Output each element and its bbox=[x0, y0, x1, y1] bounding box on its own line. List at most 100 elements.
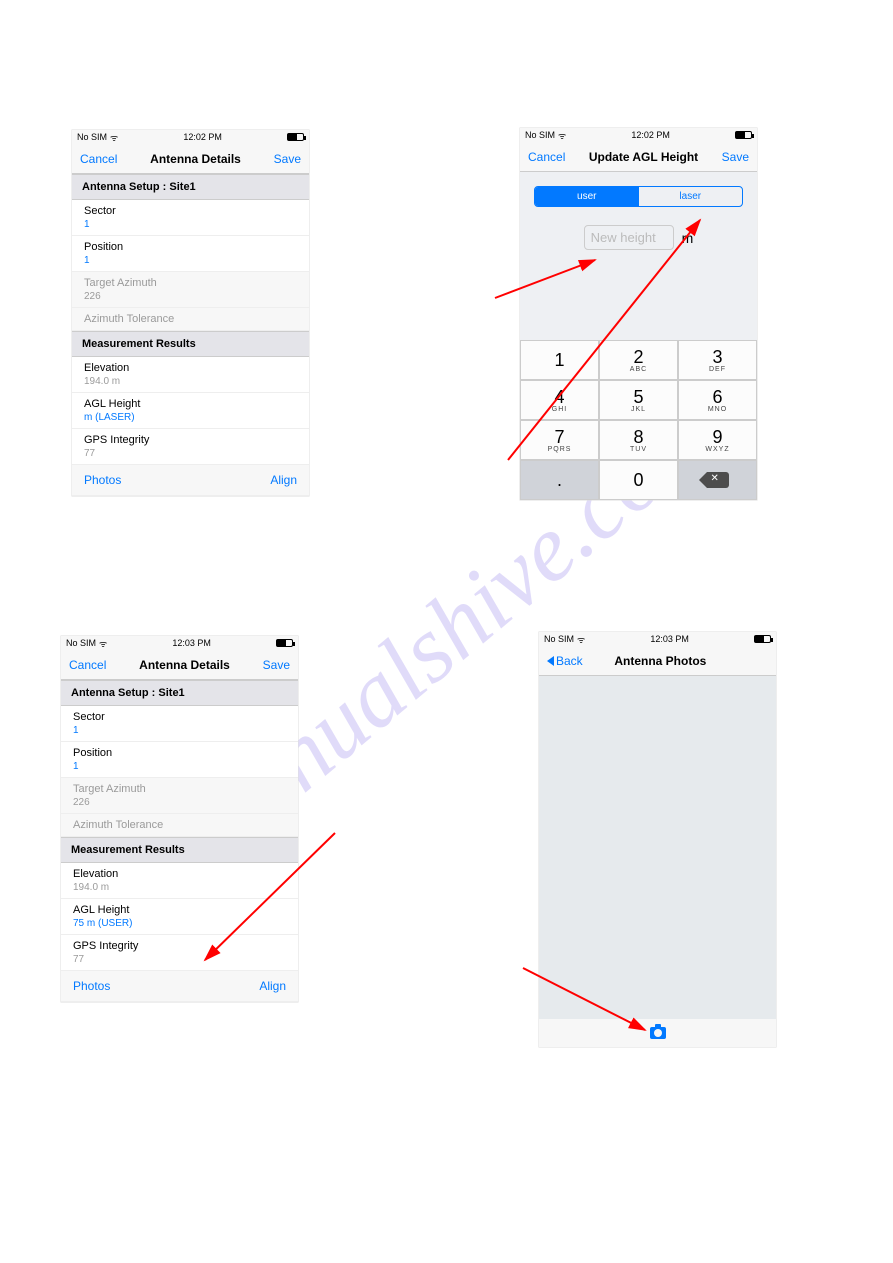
footer-row: Photos Align bbox=[72, 465, 309, 496]
key-dot[interactable]: . bbox=[520, 460, 599, 500]
key-num: 2 bbox=[633, 348, 643, 366]
key-num: 5 bbox=[633, 388, 643, 406]
segment-user[interactable]: user bbox=[535, 187, 639, 206]
key-letters: WXYZ bbox=[705, 446, 729, 453]
photos-button[interactable]: Photos bbox=[73, 979, 110, 993]
align-button[interactable]: Align bbox=[259, 979, 286, 993]
target-azimuth-row: Target Azimuth226 bbox=[72, 272, 309, 308]
gps-label: GPS Integrity bbox=[84, 434, 297, 446]
key-num: 3 bbox=[712, 348, 722, 366]
gps-label: GPS Integrity bbox=[73, 940, 286, 952]
position-value: 1 bbox=[84, 255, 297, 266]
key-5[interactable]: 5JKL bbox=[599, 380, 678, 420]
footer-row: Photos Align bbox=[61, 971, 298, 1002]
key-0[interactable]: 0 bbox=[599, 460, 678, 500]
key-letters: ABC bbox=[630, 366, 647, 373]
sector-value: 1 bbox=[84, 219, 297, 230]
cancel-button[interactable]: Cancel bbox=[69, 658, 106, 672]
key-num: 1 bbox=[554, 351, 564, 369]
chevron-left-icon bbox=[547, 656, 554, 666]
placeholder-text: New height bbox=[591, 230, 656, 245]
key-6[interactable]: 6MNO bbox=[678, 380, 757, 420]
key-8[interactable]: 8TUV bbox=[599, 420, 678, 460]
elevation-row: Elevation194.0 m bbox=[61, 863, 298, 899]
key-num: . bbox=[557, 471, 562, 489]
status-bar: No SIMᯤ 12:03 PM bbox=[61, 636, 298, 650]
wifi-icon: ᯤ bbox=[577, 633, 585, 646]
segment-laser[interactable]: laser bbox=[639, 187, 743, 206]
align-button[interactable]: Align bbox=[270, 473, 297, 487]
key-num: 0 bbox=[633, 471, 643, 489]
cancel-button[interactable]: Cancel bbox=[80, 152, 117, 166]
elevation-label: Elevation bbox=[84, 362, 297, 374]
agl-height-row[interactable]: AGL Heightm (LASER) bbox=[72, 393, 309, 429]
new-height-input[interactable]: New height bbox=[584, 225, 674, 250]
tolerance-label: Azimuth Tolerance bbox=[84, 313, 174, 325]
back-button[interactable]: Back bbox=[547, 654, 583, 668]
nav-title: Antenna Details bbox=[139, 658, 230, 672]
key-3[interactable]: 3DEF bbox=[678, 340, 757, 380]
battery-icon bbox=[287, 133, 304, 141]
backspace-icon: ✕ bbox=[707, 472, 729, 488]
photo-toolbar bbox=[539, 1019, 776, 1047]
photo-area bbox=[539, 676, 776, 1019]
key-num: 8 bbox=[633, 428, 643, 446]
carrier-label: No SIM bbox=[525, 130, 555, 140]
sector-label: Sector bbox=[73, 711, 286, 723]
azimuth-label: Target Azimuth bbox=[84, 277, 297, 289]
height-input-row: New height m bbox=[520, 225, 757, 250]
key-letters: MNO bbox=[708, 406, 727, 413]
key-4[interactable]: 4GHI bbox=[520, 380, 599, 420]
section-antenna-setup: Antenna Setup : Site1 bbox=[72, 174, 309, 200]
key-9[interactable]: 9WXYZ bbox=[678, 420, 757, 460]
nav-title: Antenna Details bbox=[150, 152, 241, 166]
battery-icon bbox=[735, 131, 752, 139]
key-num: 7 bbox=[554, 428, 564, 446]
nav-bar: Cancel Antenna Details Save bbox=[72, 144, 309, 174]
sector-row[interactable]: Sector1 bbox=[61, 706, 298, 742]
segment-control: user laser bbox=[534, 186, 743, 207]
time-label: 12:03 PM bbox=[650, 634, 689, 644]
key-letters: PQRS bbox=[548, 446, 572, 453]
nav-title: Antenna Photos bbox=[614, 654, 706, 668]
battery-icon bbox=[754, 635, 771, 643]
position-row[interactable]: Position1 bbox=[61, 742, 298, 778]
key-backspace[interactable]: ✕ bbox=[678, 460, 757, 500]
save-button[interactable]: Save bbox=[274, 152, 301, 166]
screen-update-agl-height: No SIMᯤ 12:02 PM Cancel Update AGL Heigh… bbox=[520, 128, 757, 500]
agl-value: 75 m (USER) bbox=[73, 918, 286, 929]
time-label: 12:02 PM bbox=[631, 130, 670, 140]
nav-bar: Cancel Antenna Details Save bbox=[61, 650, 298, 680]
key-7[interactable]: 7PQRS bbox=[520, 420, 599, 460]
screen-antenna-photos: No SIMᯤ 12:03 PM Back Antenna Photos bbox=[539, 632, 776, 1047]
time-label: 12:03 PM bbox=[172, 638, 211, 648]
unit-label: m bbox=[682, 230, 694, 246]
nav-bar: Back Antenna Photos bbox=[539, 646, 776, 676]
elevation-label: Elevation bbox=[73, 868, 286, 880]
position-label: Position bbox=[73, 747, 286, 759]
key-2[interactable]: 2ABC bbox=[599, 340, 678, 380]
screen-antenna-details-1: No SIMᯤ 12:02 PM Cancel Antenna Details … bbox=[72, 130, 309, 496]
wifi-icon: ᯤ bbox=[558, 129, 566, 142]
save-button[interactable]: Save bbox=[263, 658, 290, 672]
key-letters: TUV bbox=[630, 446, 647, 453]
target-azimuth-row: Target Azimuth226 bbox=[61, 778, 298, 814]
azimuth-tolerance-row: Azimuth Tolerance bbox=[61, 814, 298, 837]
section-measurement-results: Measurement Results bbox=[61, 837, 298, 863]
photos-button[interactable]: Photos bbox=[84, 473, 121, 487]
section-measurement-results: Measurement Results bbox=[72, 331, 309, 357]
section-antenna-setup: Antenna Setup : Site1 bbox=[61, 680, 298, 706]
key-1[interactable]: 1 bbox=[520, 340, 599, 380]
cancel-button[interactable]: Cancel bbox=[528, 150, 565, 164]
position-row[interactable]: Position1 bbox=[72, 236, 309, 272]
agl-height-row[interactable]: AGL Height75 m (USER) bbox=[61, 899, 298, 935]
status-bar: No SIMᯤ 12:02 PM bbox=[520, 128, 757, 142]
azimuth-label: Target Azimuth bbox=[73, 783, 286, 795]
gps-value: 77 bbox=[84, 448, 297, 459]
camera-icon[interactable] bbox=[650, 1027, 666, 1039]
save-button[interactable]: Save bbox=[722, 150, 749, 164]
elevation-value: 194.0 m bbox=[84, 376, 297, 387]
key-letters: DEF bbox=[709, 366, 726, 373]
sector-row[interactable]: Sector1 bbox=[72, 200, 309, 236]
numeric-keypad: 1 2ABC 3DEF 4GHI 5JKL 6MNO 7PQRS 8TUV 9W… bbox=[520, 340, 757, 500]
